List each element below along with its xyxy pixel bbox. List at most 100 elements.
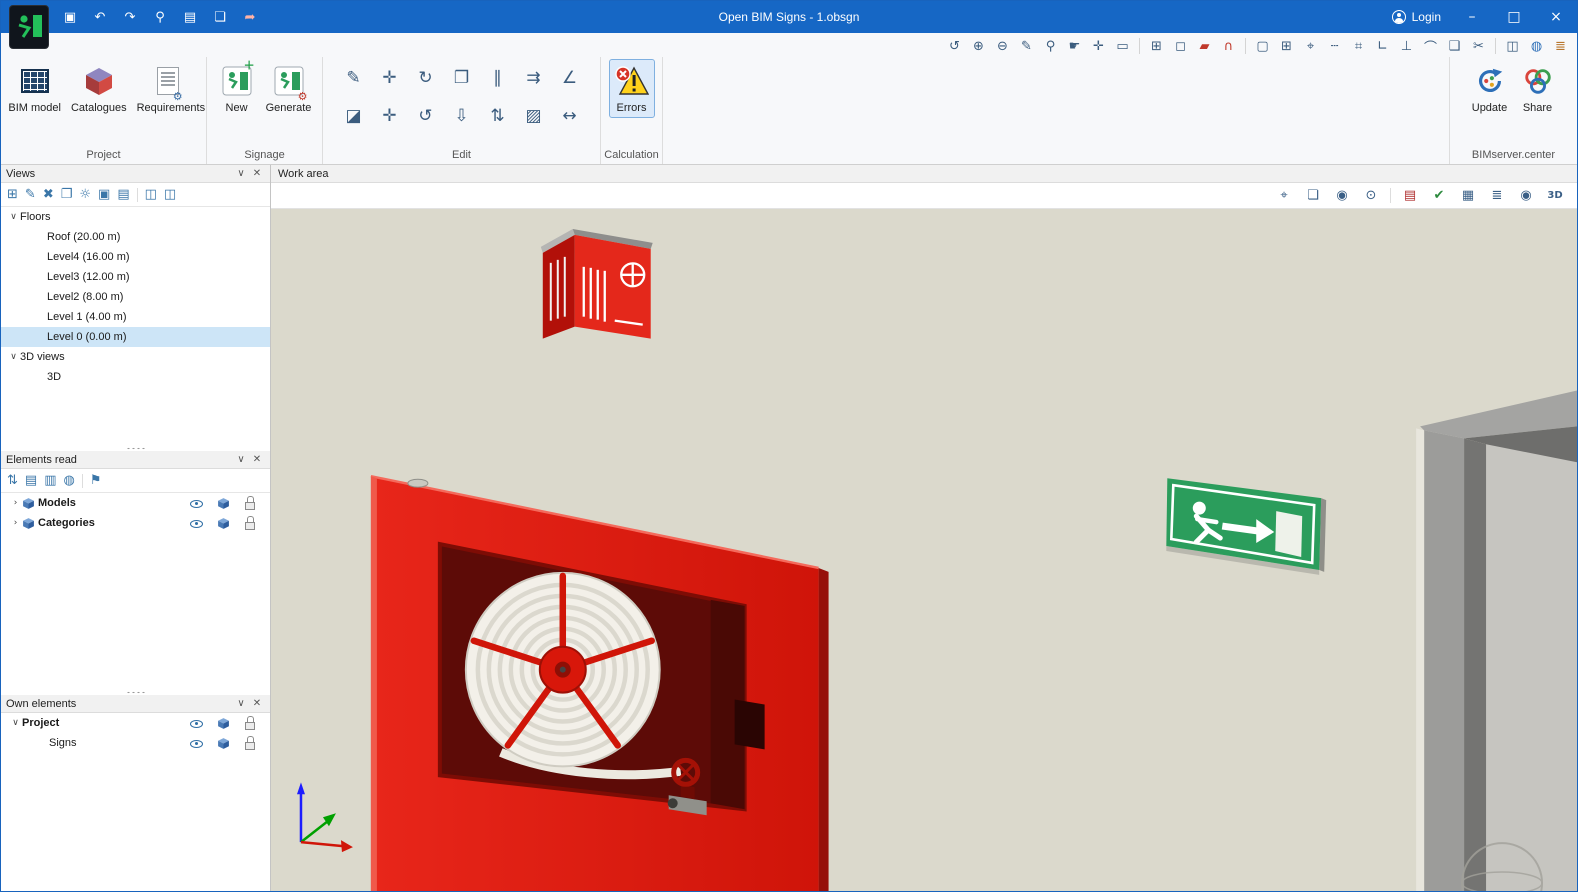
note-icon[interactable]: ❑ [1444,36,1465,56]
lock-icon[interactable] [244,516,256,530]
tree-item-3d-views[interactable]: ∨ 3D views [1,347,270,367]
collapse-icon[interactable]: ∨ [233,698,249,709]
login-button[interactable]: Login [1392,10,1441,24]
move-view-icon[interactable]: ✛ [1088,36,1109,56]
catalogues-button[interactable]: Catalogues [67,59,131,118]
dimension-icon[interactable]: ↔ [552,97,588,135]
cube-icon[interactable] [217,497,230,510]
door-frame-object[interactable] [1416,390,1577,891]
fire-hose-sign-object[interactable] [541,229,653,339]
collapse-icon[interactable]: ∨ [233,454,249,465]
views-3d-icon[interactable]: 3D [1545,190,1565,201]
camera-icon[interactable]: ▣ [98,187,110,202]
rotate-point-icon[interactable]: ↺ [408,97,444,135]
perpendicular-icon[interactable]: ⊥ [1396,36,1417,56]
chevron-down-icon[interactable]: ∨ [9,718,22,728]
add-view-icon[interactable]: ⊞ [7,187,18,202]
zoom-out-icon[interactable]: ⊖ [992,36,1013,56]
minimize-button[interactable]: – [1451,1,1493,33]
pin-icon[interactable]: ⚑ [90,473,102,488]
chevron-right-icon[interactable]: › [9,518,22,528]
book-icon[interactable]: ◫ [145,187,157,202]
duplicate-view-icon[interactable]: ❐ [61,187,73,202]
panels-icon[interactable]: ◫ [1502,36,1523,56]
tree-item-models[interactable]: › Models [1,493,270,513]
collapse-icon[interactable]: ∨ [233,168,249,179]
generate-signs-button[interactable]: ⚙ Generate [262,59,316,118]
tree-item-signs[interactable]: Signs [1,733,270,753]
coordinate-system-icon[interactable]: ⌖ [1274,188,1294,203]
tree-item-categories[interactable]: › Categories [1,513,270,533]
update-button[interactable]: Update [1467,59,1513,118]
draw-icon[interactable]: ✎ [336,59,372,97]
clipping-box-icon[interactable]: ❏ [1303,188,1323,203]
visibility-eye-icon[interactable] [190,737,203,750]
visibility-eye-icon[interactable] [190,517,203,530]
tree-item-roof[interactable]: Roof (20.00 m) [1,227,270,247]
edit-view-icon[interactable]: ✎ [25,187,36,202]
search-icon[interactable]: ⚲ [151,10,169,25]
viewport-3d[interactable] [271,209,1577,891]
requirements-button[interactable]: ⚙ Requirements [133,59,203,118]
cube-icon[interactable] [217,737,230,750]
snap-icon[interactable]: ⌖ [1300,36,1321,56]
globe-icon[interactable]: ◍ [64,473,75,488]
expand-icon[interactable]: ⇅ [7,473,18,488]
mark-icon[interactable]: ▰ [1194,36,1215,56]
share-button[interactable]: Share [1515,59,1561,118]
magnet-icon[interactable]: ∩ [1218,36,1239,56]
tree-item-project[interactable]: ∨ Project [1,713,270,733]
rotate-icon[interactable]: ↻ [408,59,444,97]
camera-2-icon[interactable]: ▤ [117,187,129,202]
cube-icon[interactable] [217,717,230,730]
close-icon[interactable]: ✕ [249,168,265,179]
chevron-down-icon[interactable]: ∨ [7,212,20,222]
hatch-icon[interactable]: ▨ [516,97,552,135]
project-icon[interactable]: ⇩ [444,97,480,135]
web-icon[interactable]: ◍ [1526,36,1547,56]
close-icon[interactable]: ✕ [249,698,265,709]
visibility-eye-icon[interactable] [190,497,203,510]
preview-icon[interactable]: ❏ [211,10,229,25]
erase-icon[interactable]: ◪ [336,97,372,135]
chevron-right-icon[interactable]: › [9,498,22,508]
print-icon[interactable]: ▤ [181,10,199,25]
maximize-button[interactable]: □ [1493,1,1535,33]
flip-icon[interactable]: ⇅ [480,97,516,135]
lock-icon[interactable] [244,496,256,510]
save-icon[interactable]: ▣ [61,10,79,25]
pan-icon[interactable]: ☛ [1064,36,1085,56]
tree-item-level1[interactable]: Level 1 (4.00 m) [1,307,270,327]
arc-icon[interactable]: ⌒ [1420,36,1441,56]
tree-item-level3[interactable]: Level3 (12.00 m) [1,267,270,287]
bim-model-button[interactable]: BIM model [4,59,65,118]
tree-item-3d[interactable]: 3D [1,367,270,387]
frame-icon[interactable]: ▢ [1252,36,1273,56]
window-zoom-icon[interactable]: ⊞ [1146,36,1167,56]
window-dashed-icon[interactable]: ◻ [1170,36,1191,56]
tree-item-floors[interactable]: ∨ Floors [1,207,270,227]
cut-icon[interactable]: ✂ [1468,36,1489,56]
book-2-icon[interactable]: ◫ [164,187,176,202]
tree-item-level0[interactable]: Level 0 (0.00 m) [1,327,270,347]
visibility-icon[interactable]: ◉ [1332,188,1352,203]
orbit-icon[interactable]: ⊙ [1361,188,1381,203]
lock-icon[interactable] [244,716,256,730]
delete-view-icon[interactable]: ✖ [43,187,54,202]
undo-icon[interactable]: ↶ [91,10,109,25]
zoom-extents-icon[interactable]: ⊕ [968,36,989,56]
close-icon[interactable]: ✕ [249,454,265,465]
render-icon[interactable]: ☼ [79,187,91,202]
corner-icon[interactable]: ∟ [1372,36,1393,56]
app-logo-icon[interactable] [9,5,49,49]
cube-icon[interactable] [217,517,230,530]
lock-icon[interactable] [244,736,256,750]
measure-icon[interactable]: ∠ [552,59,588,97]
move-icon[interactable]: ✛ [372,59,408,97]
scale-icon[interactable]: ⌗ [1348,36,1369,56]
hide-icon[interactable]: ◉ [1516,188,1536,203]
guides-icon[interactable]: ┄ [1324,36,1345,56]
export-icon[interactable]: ➦ [241,10,259,25]
error-report-icon[interactable]: ▤ [1400,188,1420,203]
list-2-icon[interactable]: ▥ [44,473,56,488]
